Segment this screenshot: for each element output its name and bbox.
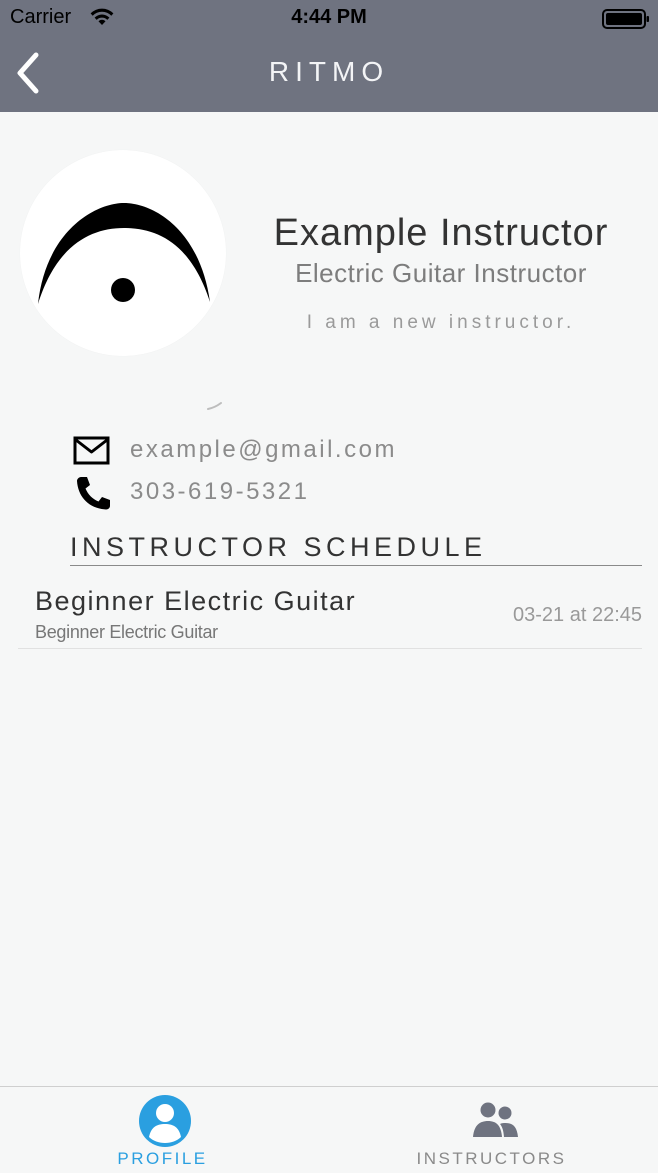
- schedule-item-subtitle: Beginner Electric Guitar: [35, 622, 218, 642]
- schedule-divider: [70, 565, 642, 566]
- contact-email[interactable]: example@gmail.com: [130, 436, 397, 464]
- users-icon: [467, 1093, 523, 1149]
- avatar: [20, 150, 226, 356]
- navigation-bar: RITMO: [0, 36, 658, 112]
- battery-icon: [602, 9, 650, 29]
- status-time: 4:44 PM: [291, 6, 367, 28]
- fermata-icon: [38, 203, 210, 304]
- tab-instructors[interactable]: INSTRUCTORS: [329, 1087, 658, 1173]
- schedule-item-title: Beginner Electric Guitar: [35, 586, 357, 616]
- user-circle-icon: [137, 1093, 193, 1149]
- schedule-list-item[interactable]: Beginner Electric Guitar Beginner Electr…: [18, 578, 642, 649]
- decorative-mark: [207, 402, 222, 410]
- contact-phone[interactable]: 303-619-5321: [130, 478, 309, 506]
- schedule-item-time: 03-21 at 22:45: [513, 604, 642, 626]
- tab-profile-label: PROFILE: [117, 1149, 208, 1168]
- schedule-heading: INSTRUCTOR SCHEDULE: [70, 532, 487, 562]
- instructor-name: Example Instructor: [273, 212, 609, 254]
- phone-icon: [72, 476, 112, 510]
- tab-profile[interactable]: PROFILE: [0, 1087, 329, 1173]
- tab-instructors-label: INSTRUCTORS: [416, 1149, 567, 1168]
- instructor-role: Electric Guitar Instructor: [295, 258, 587, 288]
- contact-phone-row[interactable]: 303-619-5321: [72, 476, 632, 510]
- mail-icon: [72, 434, 112, 468]
- nav-title: RITMO: [268, 56, 390, 87]
- contact-email-row[interactable]: example@gmail.com: [72, 434, 632, 468]
- status-bar: Carrier 4:44 PM: [0, 0, 658, 36]
- tab-bar: PROFILE INSTRUCTORS: [0, 1086, 658, 1172]
- instructor-bio: I am a new instructor.: [306, 312, 576, 333]
